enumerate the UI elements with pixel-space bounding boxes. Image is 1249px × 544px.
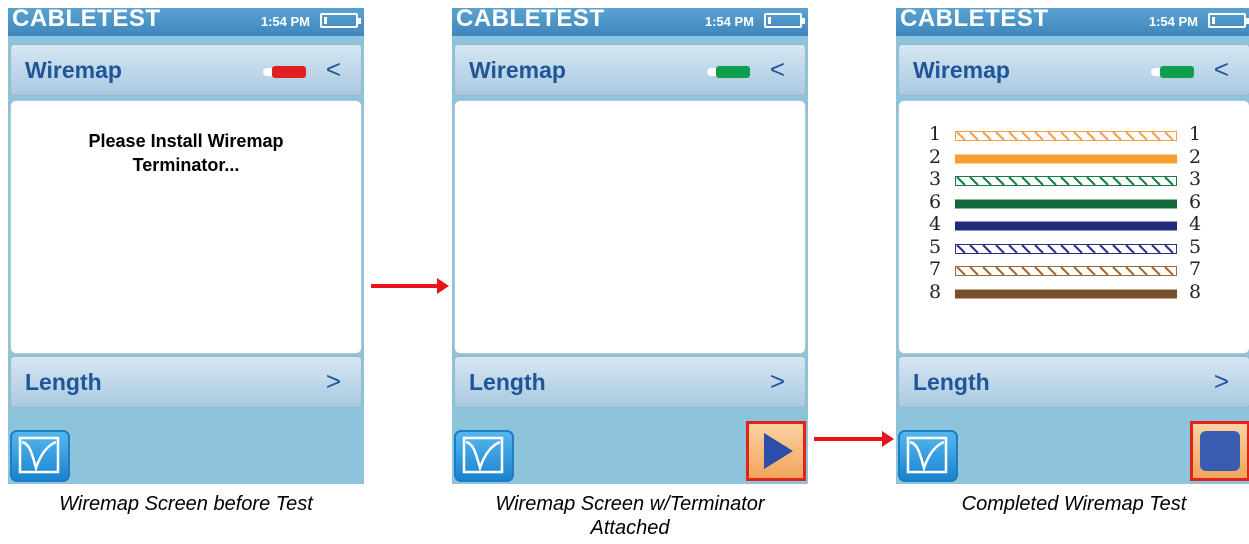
caption: Completed Wiremap Test xyxy=(961,493,1187,515)
collapse-chevron-icon[interactable]: < xyxy=(326,54,341,85)
wire-line xyxy=(955,221,1177,231)
length-label: Length xyxy=(469,369,546,395)
caption: Wiremap Screen w/Terminator Attached xyxy=(440,492,820,540)
wire-row: 33 xyxy=(899,168,1249,190)
wire-line xyxy=(955,243,1177,254)
wire-pin-left: 3 xyxy=(929,168,942,190)
wire-row: 66 xyxy=(899,191,1249,213)
status-bar: CABLETEST 1:54 PM xyxy=(8,8,364,36)
status-bar: CABLETEST 1:54 PM xyxy=(896,8,1249,36)
battery-icon xyxy=(320,13,361,28)
wiremap-label: Wiremap xyxy=(913,57,1010,83)
wire-pin-right: 5 xyxy=(1189,235,1202,258)
wire-pin-right: 3 xyxy=(1189,168,1202,190)
wire-pin-left: 7 xyxy=(929,258,942,280)
collapse-chevron-icon[interactable]: < xyxy=(770,54,785,85)
wiremap-label: Wiremap xyxy=(469,57,566,83)
battery-icon xyxy=(764,13,805,28)
collapse-chevron-icon[interactable]: < xyxy=(1214,54,1229,85)
length-label: Length xyxy=(913,369,990,395)
wire-pin-left: 6 xyxy=(929,190,942,213)
graph-button[interactable] xyxy=(10,430,70,482)
clock: 1:54 PM xyxy=(704,14,754,29)
flow-arrow xyxy=(814,431,894,447)
connector-status-icon xyxy=(263,66,307,78)
clock: 1:54 PM xyxy=(1148,14,1198,29)
expand-chevron-icon[interactable]: > xyxy=(326,366,341,397)
wire-pin-right: 1 xyxy=(1189,123,1202,145)
wire-pin-right: 7 xyxy=(1189,258,1202,280)
wire-pin-left: 5 xyxy=(929,235,942,258)
start-test-button[interactable] xyxy=(746,421,806,481)
wiremap-header[interactable]: Wiremap < xyxy=(454,44,806,96)
wire-pin-right: 6 xyxy=(1189,190,1202,213)
install-terminator-message: Please Install Wiremap Terminator... xyxy=(11,129,361,177)
wire-row: 22 xyxy=(899,146,1249,168)
wire-row: 55 xyxy=(899,236,1249,258)
graph-icon xyxy=(18,436,60,474)
caption-line: Wiremap Screen w/Terminator xyxy=(495,493,765,515)
wire-line xyxy=(955,176,1177,186)
clock: 1:54 PM xyxy=(260,14,310,29)
wire-pin-left: 2 xyxy=(929,145,942,168)
length-header[interactable]: Length > xyxy=(454,356,806,408)
wire-row: 11 xyxy=(899,123,1249,145)
wiremap-content: Please Install Wiremap Terminator... xyxy=(10,100,362,354)
graph-button[interactable] xyxy=(454,430,514,482)
connector-status-icon xyxy=(1151,66,1195,78)
status-bar: CABLETEST 1:54 PM xyxy=(452,8,808,36)
caption: Wiremap Screen before Test xyxy=(59,493,313,515)
stop-test-button[interactable] xyxy=(1190,421,1249,481)
wire-line xyxy=(955,131,1177,141)
stop-icon xyxy=(1200,431,1240,471)
wire-line xyxy=(955,154,1177,163)
app-title: CABLETEST xyxy=(900,8,1049,32)
wire-row: 88 xyxy=(899,281,1249,303)
wire-row: 77 xyxy=(899,258,1249,280)
wire-pin-left: 4 xyxy=(929,213,942,235)
wiremap-results: 1122336644557788 xyxy=(898,100,1249,354)
wiremap-header[interactable]: Wiremap < xyxy=(10,44,362,96)
battery-icon xyxy=(1208,13,1249,28)
graph-icon xyxy=(906,436,948,474)
flow-arrow xyxy=(371,278,449,294)
wire-row: 44 xyxy=(899,213,1249,235)
message-line: Please Install Wiremap xyxy=(88,131,284,151)
wire-pin-right: 2 xyxy=(1189,145,1202,168)
message-line: Terminator... xyxy=(132,155,240,175)
app-title: CABLETEST xyxy=(12,8,161,32)
wire-pin-right: 4 xyxy=(1189,213,1202,235)
wire-pin-left: 8 xyxy=(929,280,942,303)
screen-before-test: CABLETEST 1:54 PM Wiremap < Please Insta… xyxy=(8,8,364,484)
screen-terminator-attached: CABLETEST 1:54 PM Wiremap < Length > xyxy=(452,8,808,484)
app-title: CABLETEST xyxy=(456,8,605,32)
wire-pin-left: 1 xyxy=(929,123,942,145)
expand-chevron-icon[interactable]: > xyxy=(1214,366,1229,397)
wiremap-content xyxy=(454,100,806,354)
screen-completed-test: CABLETEST 1:54 PM Wiremap < 112233664455… xyxy=(896,8,1249,484)
connector-status-icon xyxy=(707,66,751,78)
length-header[interactable]: Length > xyxy=(10,356,362,408)
wiremap-header[interactable]: Wiremap < xyxy=(898,44,1249,96)
expand-chevron-icon[interactable]: > xyxy=(770,366,785,397)
length-label: Length xyxy=(25,369,102,395)
wiremap-label: Wiremap xyxy=(25,57,122,83)
caption-line: Attached xyxy=(590,517,670,539)
wire-line xyxy=(955,199,1177,208)
play-icon xyxy=(764,433,793,469)
wire-line xyxy=(955,266,1177,276)
graph-button[interactable] xyxy=(898,430,958,482)
wire-pin-right: 8 xyxy=(1189,280,1202,303)
graph-icon xyxy=(462,436,504,474)
length-header[interactable]: Length > xyxy=(898,356,1249,408)
wire-line xyxy=(955,289,1177,298)
